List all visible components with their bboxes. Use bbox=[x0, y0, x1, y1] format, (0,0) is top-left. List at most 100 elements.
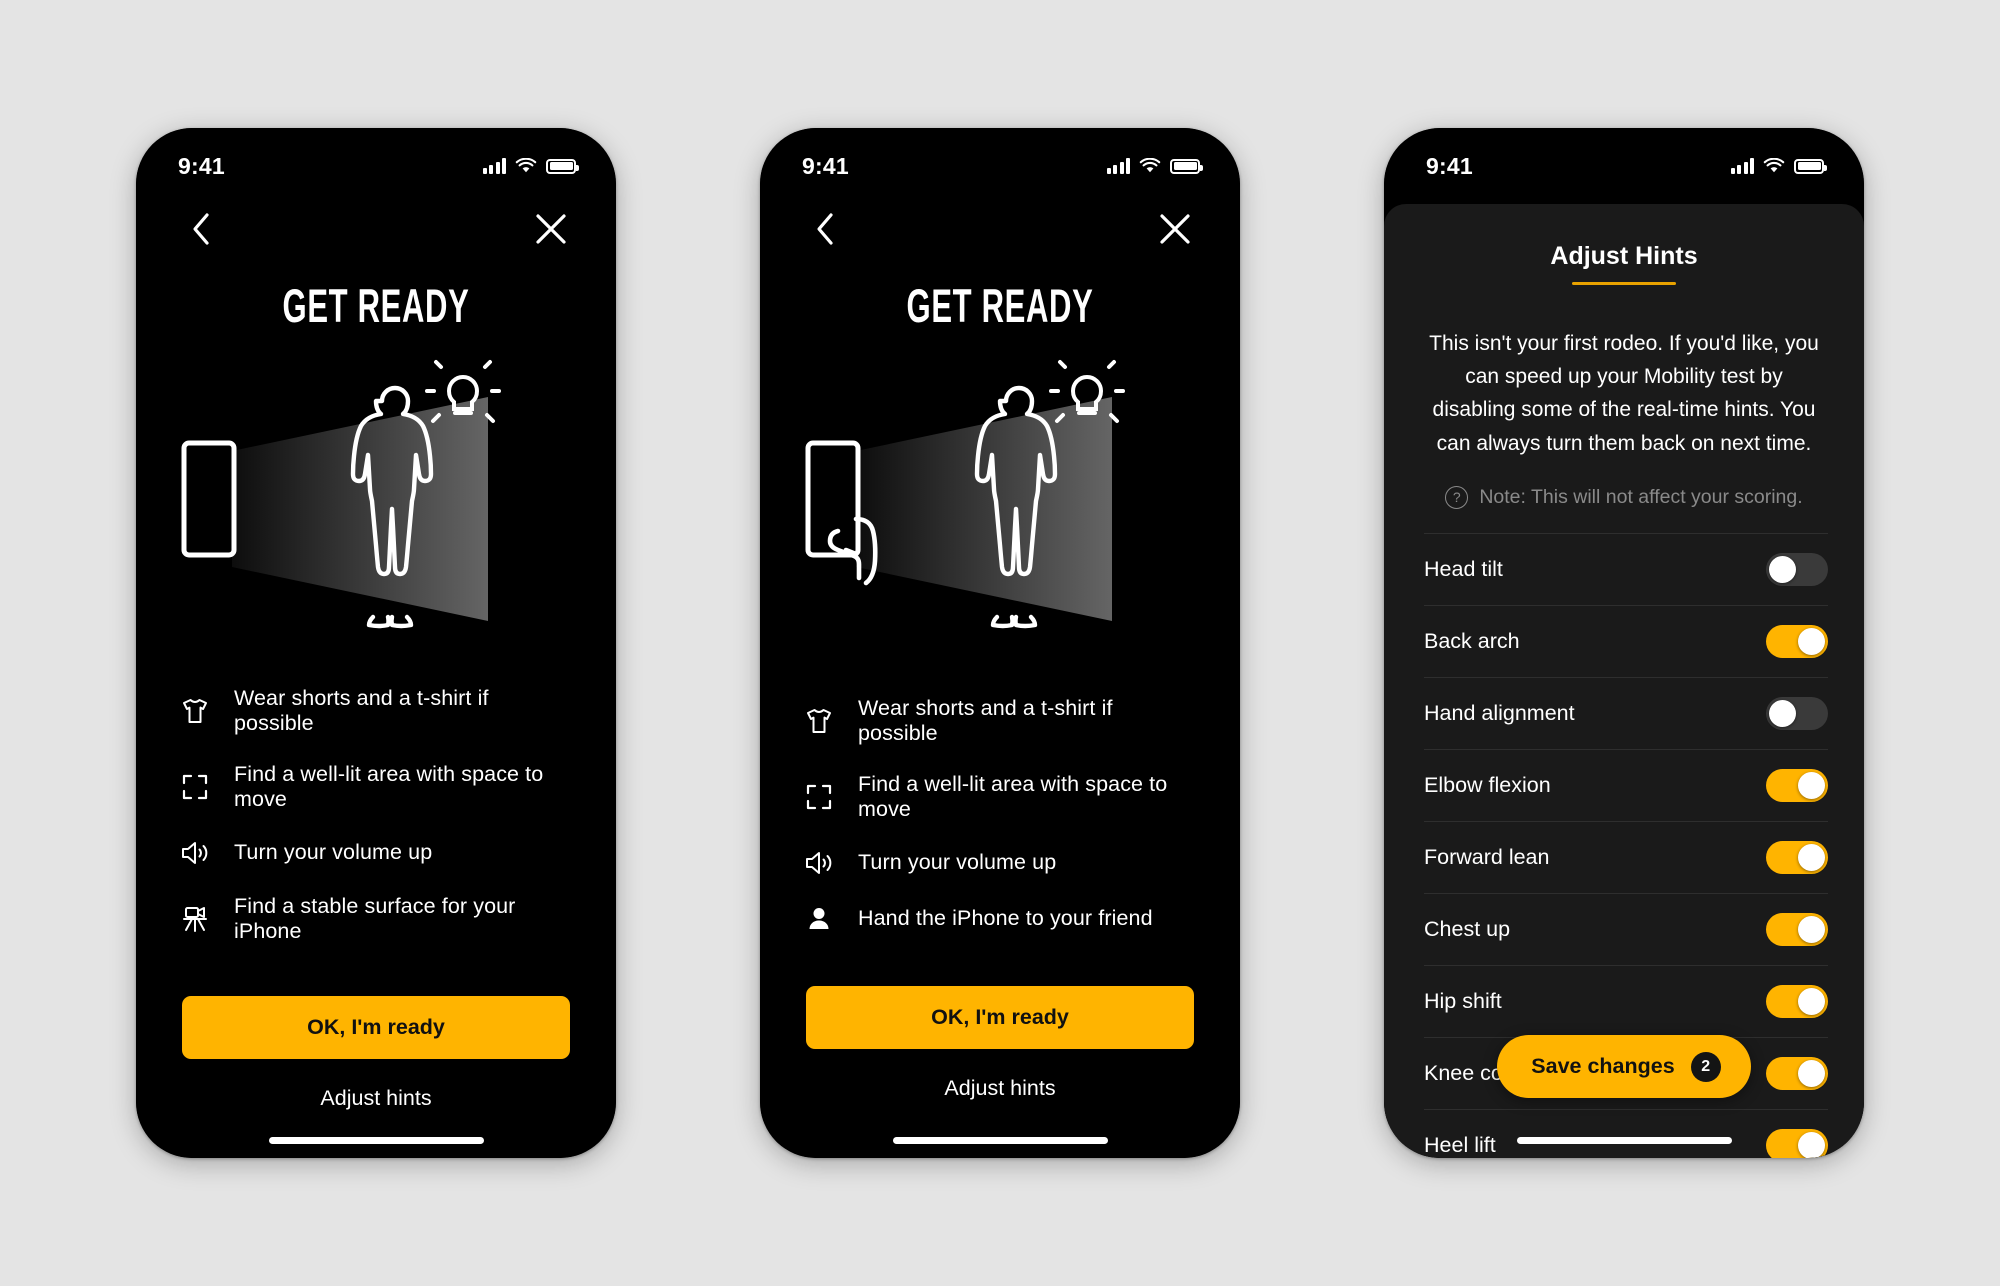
toggle-row-hand-alignment[interactable]: Hand alignment bbox=[1424, 676, 1828, 749]
phone-mockup-adjust-hints: 9:41 Adjust Hints This isn't your first … bbox=[1384, 128, 1864, 1158]
screenshot-stage: 9:41 GET READY Wear shorts and a t-shirt… bbox=[0, 0, 2000, 1286]
close-icon bbox=[536, 214, 566, 244]
sheet-title: Adjust Hints bbox=[1550, 242, 1698, 270]
page-title: GET READY bbox=[906, 279, 1094, 332]
home-indicator[interactable] bbox=[892, 1137, 1108, 1144]
toggle-label: Back arch bbox=[1424, 628, 1520, 653]
speaker-wave-icon bbox=[804, 848, 834, 878]
toggle-switch-chest-up[interactable] bbox=[1766, 912, 1828, 946]
back-button[interactable] bbox=[176, 204, 226, 254]
status-time: 9:41 bbox=[802, 152, 849, 179]
sheet-note: ? Note: This will not affect your scorin… bbox=[1384, 485, 1864, 509]
hint-item-viewfinder: Find a well-lit area with space to move bbox=[804, 772, 1198, 822]
adjust-hints-link[interactable]: Adjust hints bbox=[760, 1076, 1240, 1101]
hint-text: Wear shorts and a t-shirt if possible bbox=[858, 695, 1113, 745]
hint-text: Wear shorts and a t-shirt if possible bbox=[234, 685, 489, 735]
status-icons bbox=[482, 158, 579, 174]
toggle-row-elbow-flexion[interactable]: Elbow flexion bbox=[1424, 748, 1828, 821]
ok-im-ready-button[interactable]: OK, I'm ready bbox=[806, 985, 1194, 1049]
cellular-bars-icon bbox=[1106, 158, 1130, 174]
hint-item-viewfinder: Find a well-lit area with space to move bbox=[180, 762, 574, 812]
toggle-row-heel-lift[interactable]: Heel lift bbox=[1424, 1108, 1828, 1158]
hint-item-friend: Hand the iPhone to your friend bbox=[804, 904, 1198, 934]
save-button-container: Save changes 2 bbox=[1384, 1035, 1864, 1098]
toggle-label: Hip shift bbox=[1424, 988, 1502, 1013]
toggle-label: Head tilt bbox=[1424, 556, 1503, 581]
status-icons bbox=[1106, 158, 1203, 174]
toggle-row-back-arch[interactable]: Back arch bbox=[1424, 604, 1828, 677]
tshirt-icon bbox=[804, 706, 834, 736]
status-bar: 9:41 bbox=[136, 128, 616, 190]
wifi-icon bbox=[1139, 158, 1161, 173]
status-bar: 9:41 bbox=[760, 128, 1240, 190]
illustration-hand-holding-phone bbox=[760, 359, 1240, 659]
hint-text: Turn your volume up bbox=[234, 840, 433, 864]
home-indicator[interactable] bbox=[1516, 1137, 1732, 1144]
toggle-switch-hand-alignment[interactable] bbox=[1766, 696, 1828, 730]
phone-mockup-get-ready-friend: 9:41 GET READY Wear shorts and a t-shirt… bbox=[760, 128, 1240, 1158]
nav-row bbox=[136, 190, 616, 268]
toggle-row-hip-shift[interactable]: Hip shift bbox=[1424, 964, 1828, 1037]
home-indicator[interactable] bbox=[268, 1137, 484, 1144]
hint-item-tshirt: Wear shorts and a t-shirt if possible bbox=[180, 686, 574, 736]
chevron-left-icon bbox=[817, 213, 833, 245]
toggle-switch-head-tilt[interactable] bbox=[1766, 552, 1828, 586]
question-circle-icon: ? bbox=[1445, 485, 1469, 509]
save-changes-label: Save changes bbox=[1531, 1054, 1675, 1078]
toggle-row-forward-lean[interactable]: Forward lean bbox=[1424, 820, 1828, 893]
hint-text: Find a well-lit area with space to move bbox=[858, 771, 1168, 821]
toggle-knob bbox=[1798, 1131, 1825, 1158]
screen-get-ready-solo: 9:41 GET READY Wear shorts and a t-shirt… bbox=[136, 128, 616, 1158]
toggle-switch-elbow-flexion[interactable] bbox=[1766, 768, 1828, 802]
nav-row bbox=[760, 190, 1240, 268]
status-time: 9:41 bbox=[1426, 152, 1473, 179]
cta-container: OK, I'm ready bbox=[760, 985, 1240, 1049]
screen-adjust-hints: 9:41 Adjust Hints This isn't your first … bbox=[1384, 128, 1864, 1158]
cellular-bars-icon bbox=[1730, 158, 1754, 174]
toggle-knob bbox=[1798, 843, 1825, 871]
save-changes-badge: 2 bbox=[1690, 1051, 1721, 1082]
toggle-switch-forward-lean[interactable] bbox=[1766, 840, 1828, 874]
viewfinder-icon bbox=[180, 772, 210, 802]
toggle-row-head-tilt[interactable]: Head tilt bbox=[1424, 532, 1828, 605]
toggle-knob bbox=[1798, 771, 1825, 799]
tripod-icon bbox=[180, 904, 210, 934]
screen-get-ready-friend: 9:41 GET READY Wear shorts and a t-shirt… bbox=[760, 128, 1240, 1158]
hint-text: Find a stable surface for your iPhone bbox=[234, 893, 516, 943]
toggle-label: Hand alignment bbox=[1424, 700, 1575, 725]
hint-text: Turn your volume up bbox=[858, 850, 1057, 874]
ok-im-ready-button[interactable]: OK, I'm ready bbox=[182, 995, 570, 1059]
save-changes-button[interactable]: Save changes 2 bbox=[1497, 1035, 1751, 1098]
hint-list: Wear shorts and a t-shirt if possible Fi… bbox=[136, 686, 616, 944]
close-button[interactable] bbox=[1150, 204, 1200, 254]
hint-text: Find a well-lit area with space to move bbox=[234, 761, 544, 811]
hint-item-tripod: Find a stable surface for your iPhone bbox=[180, 894, 574, 944]
toggle-switch-back-arch[interactable] bbox=[1766, 624, 1828, 658]
sheet-description: This isn't your first rodeo. If you'd li… bbox=[1429, 332, 1819, 455]
close-icon bbox=[1160, 214, 1190, 244]
status-icons bbox=[1730, 158, 1827, 174]
wifi-icon bbox=[515, 158, 537, 173]
hint-list: Wear shorts and a t-shirt if possible Fi… bbox=[760, 696, 1240, 934]
home-indicator-container bbox=[760, 1137, 1240, 1158]
toggle-row-chest-up[interactable]: Chest up bbox=[1424, 892, 1828, 965]
toggle-knob bbox=[1769, 555, 1796, 583]
back-button[interactable] bbox=[800, 204, 850, 254]
viewfinder-icon bbox=[804, 782, 834, 812]
battery-full-icon bbox=[1170, 158, 1203, 174]
home-indicator-container bbox=[1384, 1137, 1864, 1144]
sheet-header: Adjust Hints bbox=[1384, 204, 1864, 285]
cta-container: OK, I'm ready bbox=[136, 995, 616, 1059]
chevron-left-icon bbox=[193, 213, 209, 245]
toggle-label: Elbow flexion bbox=[1424, 772, 1551, 797]
toggle-switch-hip-shift[interactable] bbox=[1766, 984, 1828, 1018]
toggle-knob bbox=[1798, 987, 1825, 1015]
tshirt-icon bbox=[180, 696, 210, 726]
toggle-label: Chest up bbox=[1424, 916, 1511, 941]
adjust-hints-link[interactable]: Adjust hints bbox=[136, 1086, 616, 1111]
toggle-label: Forward lean bbox=[1424, 844, 1550, 869]
battery-full-icon bbox=[546, 158, 579, 174]
close-button[interactable] bbox=[526, 204, 576, 254]
phone-mockup-get-ready-solo: 9:41 GET READY Wear shorts and a t-shirt… bbox=[136, 128, 616, 1158]
sheet-note-text: Note: This will not affect your scoring. bbox=[1479, 485, 1803, 508]
